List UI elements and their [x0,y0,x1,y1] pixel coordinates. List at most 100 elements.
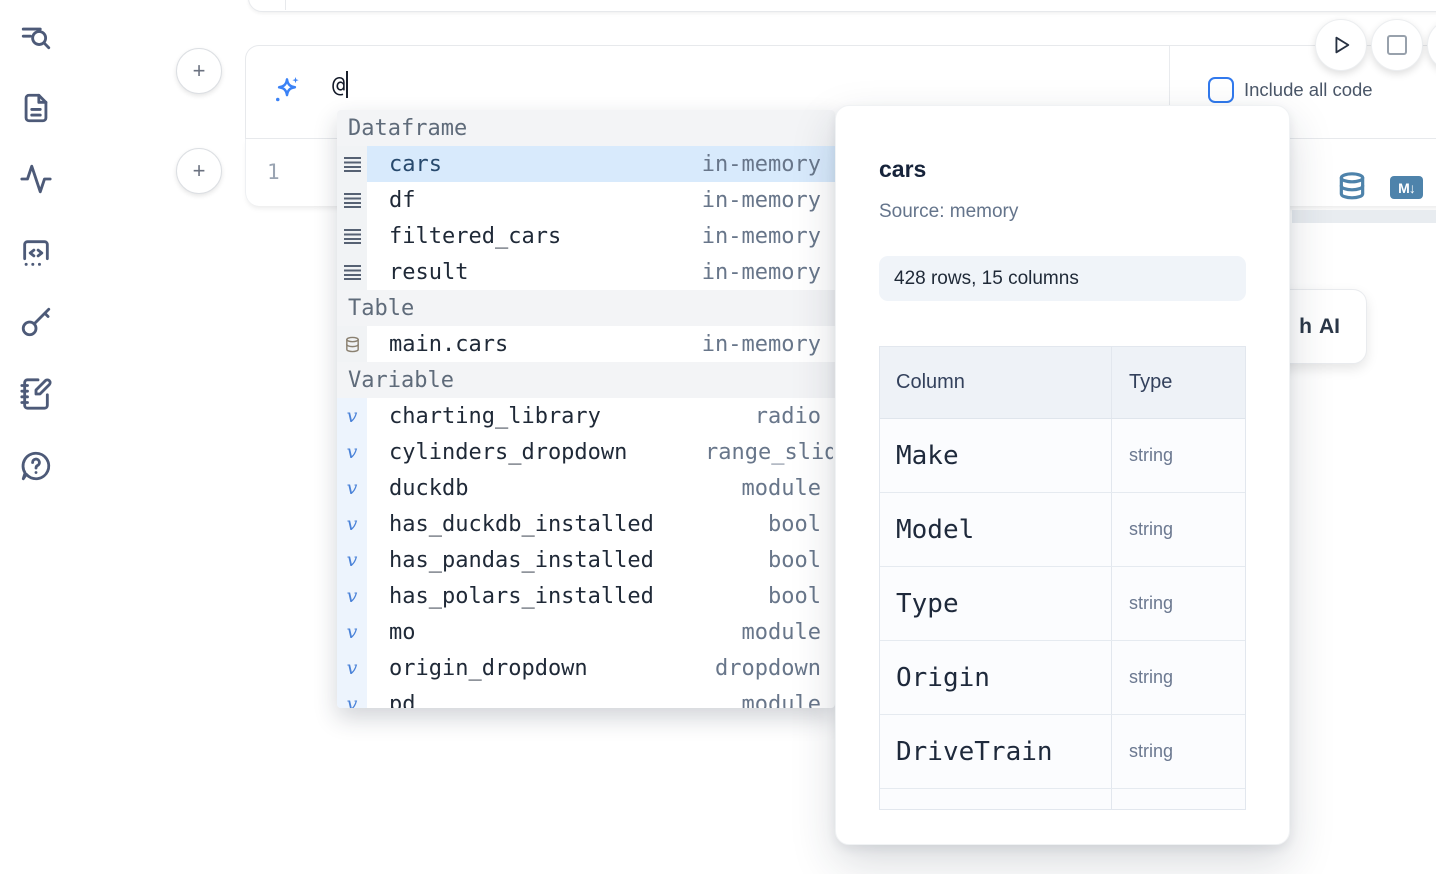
item-type: dropdown [715,656,821,681]
autocomplete-item-filtered-cars[interactable]: filtered_cars in-memory [337,218,835,254]
toc-search-icon[interactable] [19,22,53,56]
shape-badge: 428 rows, 15 columns [879,256,1246,301]
stop-icon [1387,35,1407,55]
variable-v-icon [337,686,367,708]
item-name: has_polars_installed [389,584,654,609]
column-type: string [1129,593,1173,614]
variable-v-icon [337,542,367,578]
table-row: Make string [880,419,1245,493]
dataframe-lines-icon [337,218,367,254]
dataframe-lines-icon [337,182,367,218]
item-type: module [742,692,821,709]
marimo-notebook: + + @ Include all code 1 M↓ h AI [0,0,1436,874]
column-type: string [1129,519,1173,540]
add-cell-button[interactable]: + [176,148,222,194]
stop-cell-button[interactable] [1371,19,1423,71]
column-name: DriveTrain [896,737,1053,767]
item-name: cylinders_dropdown [389,440,627,465]
item-name: origin_dropdown [389,656,588,681]
run-cell-button[interactable] [1315,19,1367,71]
column-name: Make [896,441,959,471]
table-row: Origin string [880,641,1245,715]
help-icon[interactable] [19,449,53,483]
type-header: Type [1129,371,1172,394]
schema-header-row: Column Type [880,347,1245,419]
variable-v-icon [337,650,367,686]
autocomplete-item-main-cars[interactable]: main.cars in-memory [337,326,835,362]
autocomplete-item-charting-library[interactable]: charting_library radio [337,398,835,434]
item-name: mo [389,620,416,645]
add-cell-button[interactable]: + [176,48,222,94]
variable-v-icon [337,398,367,434]
item-name: charting_library [389,404,601,429]
table-row: Type string [880,567,1245,641]
autocomplete-item-df[interactable]: df in-memory [337,182,835,218]
ai-prompt-input[interactable]: @ [332,71,348,98]
column-type: string [1129,741,1173,762]
autocomplete-item-clipped[interactable]: pdmodule [337,686,835,708]
autocomplete-item-duckdb[interactable]: duckdbmodule [337,470,835,506]
preview-source: Source: memory [879,201,1246,223]
variable-v-icon [337,470,367,506]
table-row: Model string [880,493,1245,567]
code-cell-icon[interactable] [19,236,53,270]
previous-cell-edge [248,0,1436,12]
previous-cell-gutter-divider [285,0,286,10]
table-database-icon [337,326,367,362]
autocomplete-item-cylinders-dropdown[interactable]: cylinders_dropdownrange_slider [337,434,835,470]
autocomplete-item-cars[interactable]: cars in-memory [337,146,835,182]
column-type: string [1129,667,1173,688]
autocomplete-item-has-duckdb-installed[interactable]: has_duckdb_installedbool [337,506,835,542]
prompt-text: @ [332,73,345,98]
markdown-icon[interactable]: M↓ [1390,176,1423,199]
item-name: result [389,260,468,285]
autocomplete-item-has-pandas-installed[interactable]: has_pandas_installed bool [337,542,835,578]
item-name: duckdb [389,476,468,501]
item-name: df [389,188,416,213]
autocomplete-dropdown: Dataframe cars in-memory df in-memory filt… [337,110,835,708]
column-header: Column [896,371,965,394]
include-all-code-checkbox[interactable] [1208,77,1234,103]
key-icon[interactable] [19,305,53,339]
variable-v-icon [337,506,367,542]
item-name: has_pandas_installed [389,548,654,573]
preview-title: cars [879,156,1246,183]
item-type: in-memory [702,188,821,213]
activity-icon[interactable] [19,162,53,196]
schema-table: Column Type Make string Model string Typ… [879,346,1246,810]
output-table-edge [1292,210,1436,223]
autocomplete-item-origin-dropdown[interactable]: origin_dropdown dropdown [337,650,835,686]
item-type: bool [768,548,821,573]
table-row: DriveTrain string [880,715,1245,789]
column-name: Model [896,515,974,545]
item-type: radio [755,404,821,429]
dataframe-preview-popup: cars Source: memory 428 rows, 15 columns… [835,105,1290,845]
item-type: in-memory [702,260,821,285]
item-name: cars [389,152,442,177]
variable-v-icon [337,614,367,650]
table-row-partial [880,789,1245,810]
section-header-dataframe: Dataframe [337,110,835,146]
include-all-code-label[interactable]: Include all code [1244,79,1373,101]
line-number: 1 [267,137,280,206]
item-type: in-memory [702,332,821,357]
section-header-table: Table [337,290,835,326]
autocomplete-item-mo[interactable]: mo module [337,614,835,650]
item-name: filtered_cars [389,224,561,249]
section-header-variable: Variable [337,362,835,398]
column-name: Origin [896,663,990,693]
item-name: main.cars [389,332,508,357]
variable-v-icon [337,434,367,470]
file-icon[interactable] [19,91,53,125]
item-type: in-memory [702,152,821,177]
autocomplete-item-result[interactable]: result in-memory [337,254,835,290]
column-type: string [1129,445,1173,466]
scratchpad-icon[interactable] [19,377,53,411]
item-name: has_duckdb_installed [389,512,654,537]
autocomplete-item-has-polars-installed[interactable]: has_polars_installedbool [337,578,835,614]
sparkles-icon [272,75,302,105]
database-icon[interactable] [1336,170,1368,203]
ai-button-label: AI [1319,315,1340,339]
item-type: module [742,620,821,645]
item-type: in-memory [702,224,821,249]
